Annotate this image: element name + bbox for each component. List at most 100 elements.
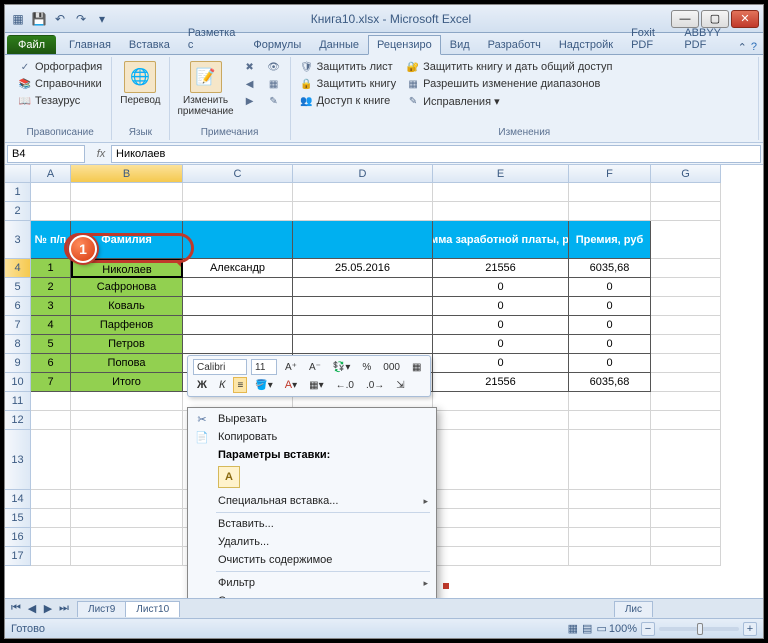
cell[interactable] <box>651 335 721 354</box>
borders-icon[interactable]: ▦▾ <box>305 377 327 393</box>
font-color-icon[interactable]: A▾ <box>281 377 301 393</box>
col-header[interactable]: A <box>31 165 71 183</box>
cell[interactable] <box>651 297 721 316</box>
dec-inc-icon[interactable]: ←.0 <box>332 377 358 393</box>
cell[interactable] <box>651 430 721 490</box>
cell[interactable]: 4 <box>31 316 71 335</box>
cell[interactable] <box>651 490 721 509</box>
cell[interactable] <box>71 528 183 547</box>
cell[interactable]: 21556 <box>433 259 569 278</box>
undo-icon[interactable]: ↶ <box>51 10 69 28</box>
col-header[interactable]: C <box>183 165 293 183</box>
row-header[interactable]: 9 <box>5 354 31 373</box>
mini-font-combo[interactable]: Calibri <box>193 359 247 375</box>
cell[interactable] <box>31 430 71 490</box>
row-header[interactable]: 13 <box>5 430 31 490</box>
row-header[interactable]: 1 <box>5 183 31 202</box>
redo-icon[interactable]: ↷ <box>72 10 90 28</box>
bold-icon[interactable]: Ж <box>193 377 211 393</box>
fill-color-icon[interactable]: 🪣▾ <box>251 377 276 393</box>
row-header[interactable]: 5 <box>5 278 31 297</box>
col-header[interactable]: B <box>71 165 183 183</box>
tab-insert[interactable]: Вставка <box>120 35 179 54</box>
col-header[interactable]: G <box>651 165 721 183</box>
paste-option-default[interactable]: A <box>218 466 240 488</box>
cell[interactable] <box>651 259 721 278</box>
cell[interactable] <box>31 509 71 528</box>
ctx-paste-special[interactable]: Специальная вставка...▸ <box>190 492 434 510</box>
cell[interactable] <box>651 509 721 528</box>
cell[interactable] <box>71 392 183 411</box>
dec-dec-icon[interactable]: .0→ <box>362 377 388 393</box>
cell[interactable] <box>651 221 721 259</box>
row-header[interactable]: 8 <box>5 335 31 354</box>
cell-header[interactable] <box>293 221 433 259</box>
cell[interactable] <box>183 335 293 354</box>
cell-header[interactable]: № п/п <box>31 221 71 259</box>
help-icon[interactable]: ? <box>751 41 757 54</box>
cell[interactable] <box>71 509 183 528</box>
cell[interactable] <box>651 202 721 221</box>
cell[interactable] <box>71 202 183 221</box>
cell[interactable] <box>293 278 433 297</box>
cell[interactable] <box>71 547 183 566</box>
cell[interactable]: 7 <box>31 373 71 392</box>
mini-size-combo[interactable]: 11 <box>251 359 277 375</box>
protect-book-button[interactable]: 🔒Защитить книгу <box>297 76 400 92</box>
edit-comment-button[interactable]: 📝Изменить примечание <box>176 59 236 125</box>
cell[interactable]: 0 <box>569 354 651 373</box>
cell[interactable]: 0 <box>569 297 651 316</box>
cell[interactable]: 3 <box>31 297 71 316</box>
cell[interactable] <box>183 278 293 297</box>
prev-comment-btn[interactable]: ◀ <box>240 76 260 92</box>
cell[interactable] <box>71 430 183 490</box>
cell[interactable] <box>183 297 293 316</box>
cell[interactable]: Коваль <box>71 297 183 316</box>
col-header[interactable]: D <box>293 165 433 183</box>
cell[interactable] <box>569 547 651 566</box>
cell[interactable] <box>31 411 71 430</box>
formula-input[interactable]: Николаев <box>111 145 761 163</box>
cell[interactable] <box>31 490 71 509</box>
cell[interactable] <box>651 392 721 411</box>
delete-comment-btn[interactable]: ✖ <box>240 59 260 75</box>
cell[interactable]: 25.05.2016 <box>293 259 433 278</box>
save-icon[interactable]: 💾 <box>30 10 48 28</box>
cell[interactable]: 0 <box>433 278 569 297</box>
cell-header[interactable] <box>183 221 293 259</box>
cell[interactable] <box>183 202 293 221</box>
cell[interactable]: 2 <box>31 278 71 297</box>
protect-sheet-button[interactable]: 🛡Защитить лист <box>297 59 400 75</box>
sheet-first-icon[interactable]: ⏮ <box>9 602 23 615</box>
cell[interactable] <box>31 528 71 547</box>
tab-layout[interactable]: Разметка с <box>179 23 245 54</box>
row-header[interactable]: 17 <box>5 547 31 566</box>
show-all-btn[interactable]: ▦ <box>264 76 284 92</box>
next-comment-btn[interactable]: ▶ <box>240 93 260 109</box>
thesaurus-button[interactable]: 📖Тезаурус <box>15 93 105 109</box>
accounting-icon[interactable]: 💱▾ <box>329 359 354 375</box>
sheet-tab[interactable]: Лист9 <box>77 601 126 617</box>
row-header[interactable]: 2 <box>5 202 31 221</box>
cell[interactable]: 0 <box>569 278 651 297</box>
row-header[interactable]: 11 <box>5 392 31 411</box>
protect-share-button[interactable]: 🔐Защитить книгу и дать общий доступ <box>403 59 615 75</box>
cell[interactable] <box>293 316 433 335</box>
cell[interactable] <box>569 183 651 202</box>
show-comment-btn[interactable]: 👁 <box>264 59 284 75</box>
cell[interactable] <box>293 297 433 316</box>
row-header[interactable]: 14 <box>5 490 31 509</box>
ctx-copy[interactable]: 📄Копировать <box>190 428 434 446</box>
share-book-button[interactable]: 👥Доступ к книге <box>297 93 400 109</box>
cell[interactable] <box>183 183 293 202</box>
cell[interactable]: 6035,68 <box>569 259 651 278</box>
cell[interactable]: 0 <box>433 335 569 354</box>
cell[interactable] <box>31 392 71 411</box>
cell[interactable]: 21556 <box>433 373 569 392</box>
cell[interactable] <box>31 547 71 566</box>
cell[interactable] <box>433 183 569 202</box>
view-normal-icon[interactable]: ▦ <box>568 622 578 635</box>
ctx-cut[interactable]: ✂Вырезать <box>190 410 434 428</box>
cell[interactable] <box>433 547 569 566</box>
cell[interactable]: Сафронова <box>71 278 183 297</box>
